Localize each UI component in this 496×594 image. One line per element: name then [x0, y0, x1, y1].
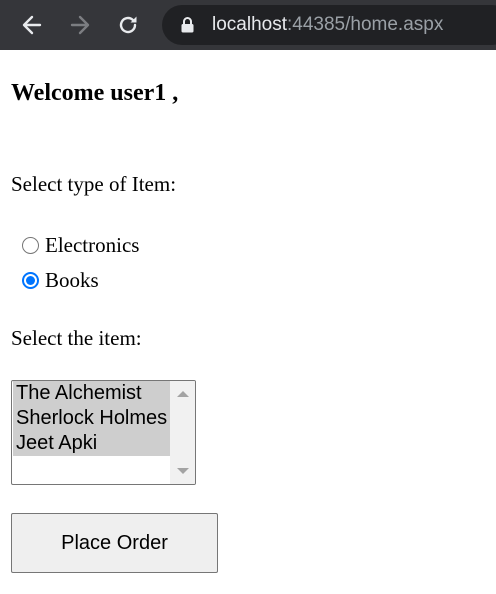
url-text: localhost:44385/home.aspx	[212, 5, 443, 45]
scroll-up-arrow-icon[interactable]	[177, 391, 189, 397]
item-listbox[interactable]: The Alchemist Sherlock Holmes Jeet Apki	[11, 380, 196, 485]
forward-button[interactable]	[61, 6, 99, 44]
radio-books-label[interactable]: Books	[45, 268, 99, 293]
radio-books[interactable]: Books	[22, 267, 99, 293]
url-path: :44385/home.aspx	[287, 14, 444, 35]
welcome-heading: Welcome user1 ,	[11, 80, 179, 106]
browser-toolbar: localhost:44385/home.aspx	[0, 0, 496, 50]
url-host: localhost	[212, 14, 287, 35]
radio-electronics-button[interactable]	[22, 236, 39, 254]
list-option[interactable]: Sherlock Holmes	[13, 406, 170, 431]
place-order-button[interactable]: Place Order	[11, 513, 218, 573]
list-option[interactable]: Jeet Apki	[13, 431, 170, 456]
radio-books-button[interactable]	[22, 271, 39, 289]
forward-arrow-icon	[70, 15, 90, 35]
list-option[interactable]: The Alchemist	[13, 381, 170, 406]
scroll-down-arrow-icon[interactable]	[177, 468, 189, 474]
address-bar[interactable]: localhost:44385/home.aspx	[162, 5, 496, 45]
reload-icon	[119, 16, 137, 34]
radio-electronics-label[interactable]: Electronics	[45, 233, 139, 258]
back-arrow-icon	[22, 15, 42, 35]
back-button[interactable]	[13, 6, 51, 44]
select-item-label: Select the item:	[11, 326, 142, 350]
radio-electronics[interactable]: Electronics	[22, 232, 139, 258]
listbox-scrollbar[interactable]	[170, 381, 195, 484]
lock-icon	[181, 17, 194, 33]
reload-button[interactable]	[109, 6, 147, 44]
item-type-label: Select type of Item:	[11, 172, 177, 196]
